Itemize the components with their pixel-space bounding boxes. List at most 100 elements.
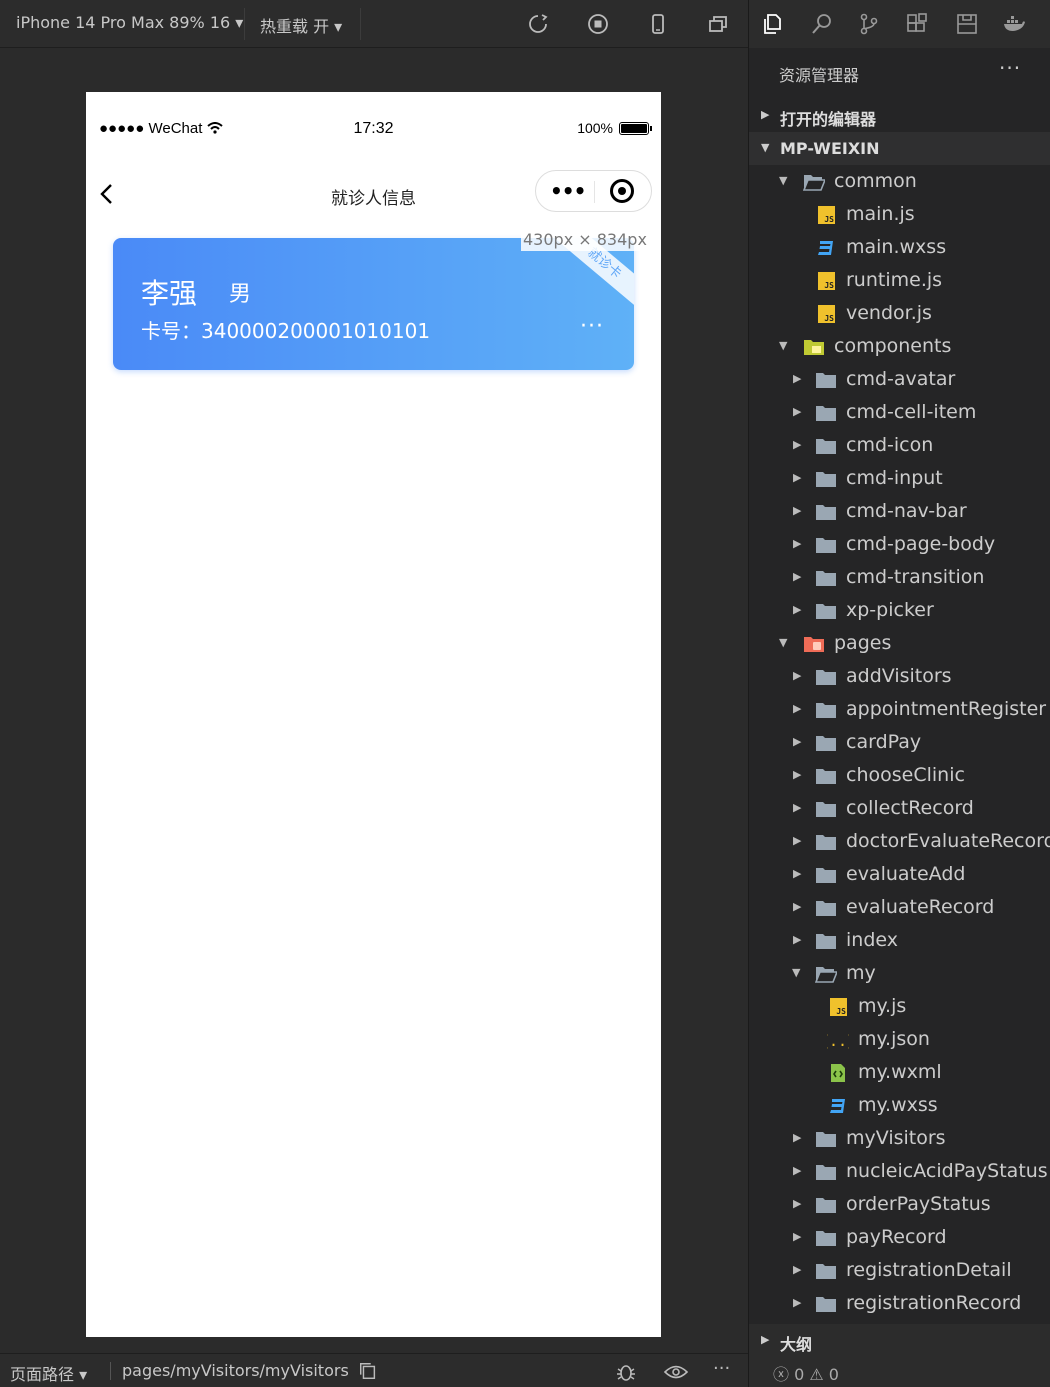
tree-item-label: cmd-page-body — [846, 533, 996, 555]
chevron-down-icon: ▼ — [779, 174, 788, 187]
tree-folder[interactable]: ▶ payRecord — [749, 1221, 1050, 1254]
project-label: MP-WEIXIN — [780, 139, 880, 158]
folder-icon — [815, 370, 837, 390]
chevron-down-icon: ▼ — [761, 141, 770, 154]
tree-folder[interactable]: ▶ cmd-nav-bar — [749, 495, 1050, 528]
refresh-icon[interactable] — [527, 13, 549, 35]
outline-section[interactable]: ▶ 大纲 — [749, 1324, 1050, 1357]
folder-icon — [815, 601, 837, 621]
wxml-file-icon — [827, 1063, 849, 1083]
tree-folder[interactable]: ▶ myVisitors — [749, 1122, 1050, 1155]
stop-icon[interactable] — [587, 13, 609, 35]
tree-folder[interactable]: ▶ cmd-input — [749, 462, 1050, 495]
activity-bar — [749, 0, 1050, 48]
tree-folder[interactable]: ▶ xp-picker — [749, 594, 1050, 627]
visitor-card[interactable]: 就诊卡 李强 男 卡号：340000200001010101 ··· — [113, 238, 634, 370]
project-section[interactable]: ▼ MP-WEIXIN — [749, 132, 1050, 165]
chevron-right-icon: ▶ — [793, 1296, 802, 1309]
svg-text:JS: JS — [824, 215, 834, 224]
folder-icon — [815, 733, 837, 753]
tree-folder[interactable]: ▶ appointmentRegister — [749, 693, 1050, 726]
phone-icon[interactable] — [647, 13, 669, 35]
tree-file[interactable]: my.wxss — [749, 1089, 1050, 1122]
tree-folder[interactable]: ▶ index — [749, 924, 1050, 957]
debug-bug-icon[interactable] — [615, 1361, 637, 1383]
tree-folder[interactable]: ▶ cmd-cell-item — [749, 396, 1050, 429]
device-selector[interactable]: iPhone 14 Pro Max 89% 16 ▾ — [16, 13, 243, 32]
card-more-icon[interactable]: ··· — [580, 314, 604, 339]
mini-program-capsule: ••• — [535, 170, 652, 212]
tree-file[interactable]: main.wxss — [749, 231, 1050, 264]
chevron-right-icon: ▶ — [793, 834, 802, 847]
tree-item-label: my.wxss — [858, 1094, 938, 1116]
hot-reload-toggle[interactable]: 热重载 开 ▾ — [260, 13, 342, 37]
eye-icon[interactable] — [663, 1361, 689, 1383]
tree-folder[interactable]: ▶ evaluateRecord — [749, 891, 1050, 924]
more-options-icon[interactable]: ••• — [550, 179, 586, 203]
tree-file[interactable]: JS runtime.js — [749, 264, 1050, 297]
toolbar-divider — [360, 8, 361, 40]
phone-screen: ●●●●● WeChat 17:32 100% 就诊人信息 ••• 就诊卡 李强… — [86, 92, 661, 1337]
tree-file[interactable]: {..} my.json — [749, 1023, 1050, 1056]
more-icon[interactable]: ··· — [713, 1358, 735, 1380]
folder-icon — [815, 436, 837, 456]
tree-file[interactable]: JS vendor.js — [749, 297, 1050, 330]
tree-file[interactable]: JS main.js — [749, 198, 1050, 231]
tree-folder[interactable]: ▶ doctorEvaluateRecord — [749, 825, 1050, 858]
chevron-right-icon: ▶ — [793, 504, 802, 517]
files-icon[interactable] — [761, 12, 785, 36]
tree-folder[interactable]: ▶ cmd-transition — [749, 561, 1050, 594]
tree-folder[interactable]: ▶ chooseClinic — [749, 759, 1050, 792]
source-control-icon[interactable] — [857, 12, 881, 36]
copy-icon[interactable] — [358, 1361, 380, 1383]
tree-folder[interactable]: ▶ cmd-icon — [749, 429, 1050, 462]
tree-item-label: cmd-cell-item — [846, 401, 977, 423]
tree-file[interactable]: my.wxml — [749, 1056, 1050, 1089]
tree-folder[interactable]: ▼ components — [749, 330, 1050, 363]
chevron-right-icon: ▶ — [793, 471, 802, 484]
open-editors-label: 打开的编辑器 — [780, 110, 877, 129]
javascript-file-icon: JS — [815, 304, 837, 324]
tree-folder[interactable]: ▶ cmd-avatar — [749, 363, 1050, 396]
tree-folder[interactable]: ▶ evaluateAdd — [749, 858, 1050, 891]
windows-icon[interactable] — [707, 13, 729, 35]
tree-item-label: nucleicAcidPayStatus — [846, 1160, 1048, 1182]
file-tree: ▼ common JS main.js main.wxss JS runtime.js JS v… — [749, 165, 1050, 1320]
tree-item-label: cmd-input — [846, 467, 943, 489]
tree-folder[interactable]: ▼ my — [749, 957, 1050, 990]
page-path-dropdown[interactable]: 页面路径 ▾ — [10, 1361, 87, 1385]
explorer-more-icon[interactable]: ··· — [999, 56, 1021, 80]
problems-count: ⓧ 0 ⚠ 0 — [773, 1365, 839, 1384]
tree-item-label: chooseClinic — [846, 764, 965, 786]
tree-folder[interactable]: ▶ collectRecord — [749, 792, 1050, 825]
chevron-right-icon: ▶ — [793, 570, 802, 583]
tree-folder[interactable]: ▶ nucleicAcidPayStatus — [749, 1155, 1050, 1188]
docker-icon[interactable] — [1002, 12, 1026, 36]
tree-folder[interactable]: ▼ common — [749, 165, 1050, 198]
battery-indicator: 100% — [577, 120, 652, 136]
search-icon[interactable] — [810, 12, 834, 36]
clock: 17:32 — [353, 120, 394, 137]
tree-folder[interactable]: ▶ cardPay — [749, 726, 1050, 759]
tree-item-label: appointmentRegister — [846, 698, 1047, 720]
tree-folder[interactable]: ▶ orderPayStatus — [749, 1188, 1050, 1221]
toolbar-divider — [244, 8, 245, 40]
folder-icon — [815, 1162, 837, 1182]
folder-icon — [815, 799, 837, 819]
tree-folder[interactable]: ▼ pages — [749, 627, 1050, 660]
tree-folder[interactable]: ▶ cmd-page-body — [749, 528, 1050, 561]
folder-open-icon — [802, 172, 827, 192]
tree-file[interactable]: JS my.js — [749, 990, 1050, 1023]
tree-folder[interactable]: ▶ registrationDetail — [749, 1254, 1050, 1287]
tree-folder[interactable]: ▶ addVisitors — [749, 660, 1050, 693]
tree-folder[interactable]: ▶ registrationRecord — [749, 1287, 1050, 1320]
folder-icon — [815, 931, 837, 951]
folder-icon — [815, 865, 837, 885]
extensions-icon[interactable] — [905, 12, 929, 36]
storage-icon[interactable] — [955, 12, 979, 36]
open-editors-section[interactable]: ▶ 打开的编辑器 — [749, 99, 1050, 132]
tree-item-label: my.js — [858, 995, 907, 1017]
tree-item-label: main.wxss — [846, 236, 947, 258]
close-mini-program-icon[interactable] — [610, 179, 634, 203]
problems-status[interactable]: ⓧ 0 ⚠ 0 — [749, 1357, 1050, 1387]
